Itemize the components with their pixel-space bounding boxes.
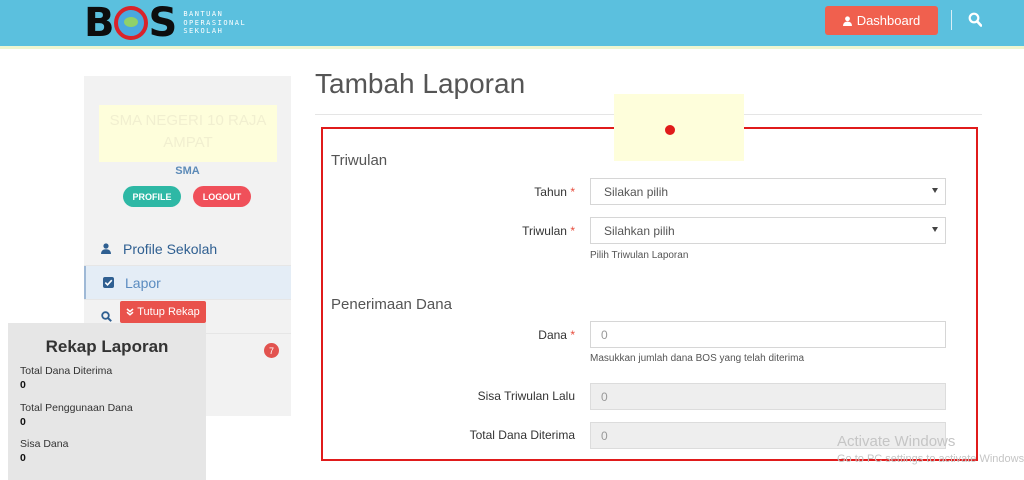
tutup-rekap-button[interactable]: Tutup Rekap (120, 301, 206, 323)
search-icon (100, 311, 112, 323)
globe-icon (113, 6, 148, 40)
dana-placeholder: 0 (601, 327, 608, 342)
rekap-laporan-panel: Rekap Laporan Total Dana Diterima 0 Tota… (8, 323, 206, 480)
sidebar-item-label: Lapor (125, 274, 161, 291)
rekap-sisa-value: 0 (20, 452, 26, 464)
checkbox-icon (102, 277, 114, 289)
page-title: Tambah Laporan (315, 68, 526, 99)
tahun-selected-value: Silakan pilih (604, 184, 669, 199)
tahun-select[interactable]: Silakan pilih (590, 178, 946, 205)
logo-wordmark: BS (84, 0, 177, 46)
total-dana-value: 0 (601, 428, 608, 443)
caret-down-icon (932, 188, 938, 193)
total-dana-label: Total Dana Diterima (469, 428, 575, 442)
sisa-triwulan-input: 0 (590, 383, 946, 410)
sidebar-item-lapor[interactable]: Lapor (84, 266, 291, 299)
bos-logo[interactable]: BS BANTUAN OPERASIONAL SEKOLAH (84, 2, 246, 44)
triwulan-label: Triwulan * (522, 224, 575, 238)
sidebar-item-label: Profile Sekolah (123, 240, 218, 257)
tutup-rekap-label: Tutup Rekap (137, 306, 200, 318)
sisa-triwulan-label: Sisa Triwulan Lalu (477, 389, 575, 403)
triwulan-help-text: Pilih Triwulan Laporan (590, 250, 689, 261)
dashboard-button[interactable]: Dashboard (825, 6, 938, 35)
dana-label: Dana * (538, 328, 575, 342)
user-icon (842, 15, 852, 26)
tahun-label: Tahun * (534, 185, 575, 199)
activate-windows-subtext: Go to PC settings to activate Windows. (837, 453, 1024, 465)
rekap-sisa-label: Sisa Dana (20, 438, 69, 450)
logout-button[interactable]: LOGOUT (193, 186, 251, 207)
profile-button[interactable]: PROFILE (123, 186, 181, 207)
yellow-note-overlay (614, 94, 744, 161)
search-icon[interactable] (968, 12, 982, 28)
sisa-triwulan-value: 0 (601, 389, 608, 404)
caret-down-icon (932, 227, 938, 232)
section-triwulan-title: Triwulan (331, 152, 388, 169)
chevron-double-down-icon (126, 308, 134, 316)
notification-badge: 7 (264, 343, 279, 358)
triwulan-select[interactable]: Silahkan pilih (590, 217, 946, 244)
red-dot-marker (665, 125, 675, 135)
navbar-strip (0, 46, 1024, 49)
rekap-total-dana-value: 0 (20, 379, 26, 391)
section-penerimaan-title: Penerimaan Dana (331, 296, 452, 313)
rekap-total-dana-label: Total Dana Diterima (20, 365, 113, 377)
school-name: SMA NEGERI 10 RAJA AMPAT (99, 105, 277, 162)
school-type: SMA (175, 165, 200, 177)
triwulan-selected-value: Silahkan pilih (604, 223, 675, 238)
navbar-divider (951, 10, 952, 30)
dana-help-text: Masukkan jumlah dana BOS yang telah dite… (590, 353, 805, 364)
rekap-penggunaan-label: Total Penggunaan Dana (20, 402, 133, 414)
rekap-penggunaan-value: 0 (20, 416, 26, 428)
user-icon (100, 243, 112, 255)
logo-subtitle: BANTUAN OPERASIONAL SEKOLAH (183, 10, 247, 36)
sidebar-item-profile-sekolah[interactable]: Profile Sekolah (84, 232, 291, 265)
activate-windows-watermark: Activate Windows (837, 433, 956, 450)
rekap-title: Rekap Laporan (45, 337, 169, 356)
dashboard-label: Dashboard (856, 13, 921, 28)
dana-input[interactable]: 0 (590, 321, 946, 348)
